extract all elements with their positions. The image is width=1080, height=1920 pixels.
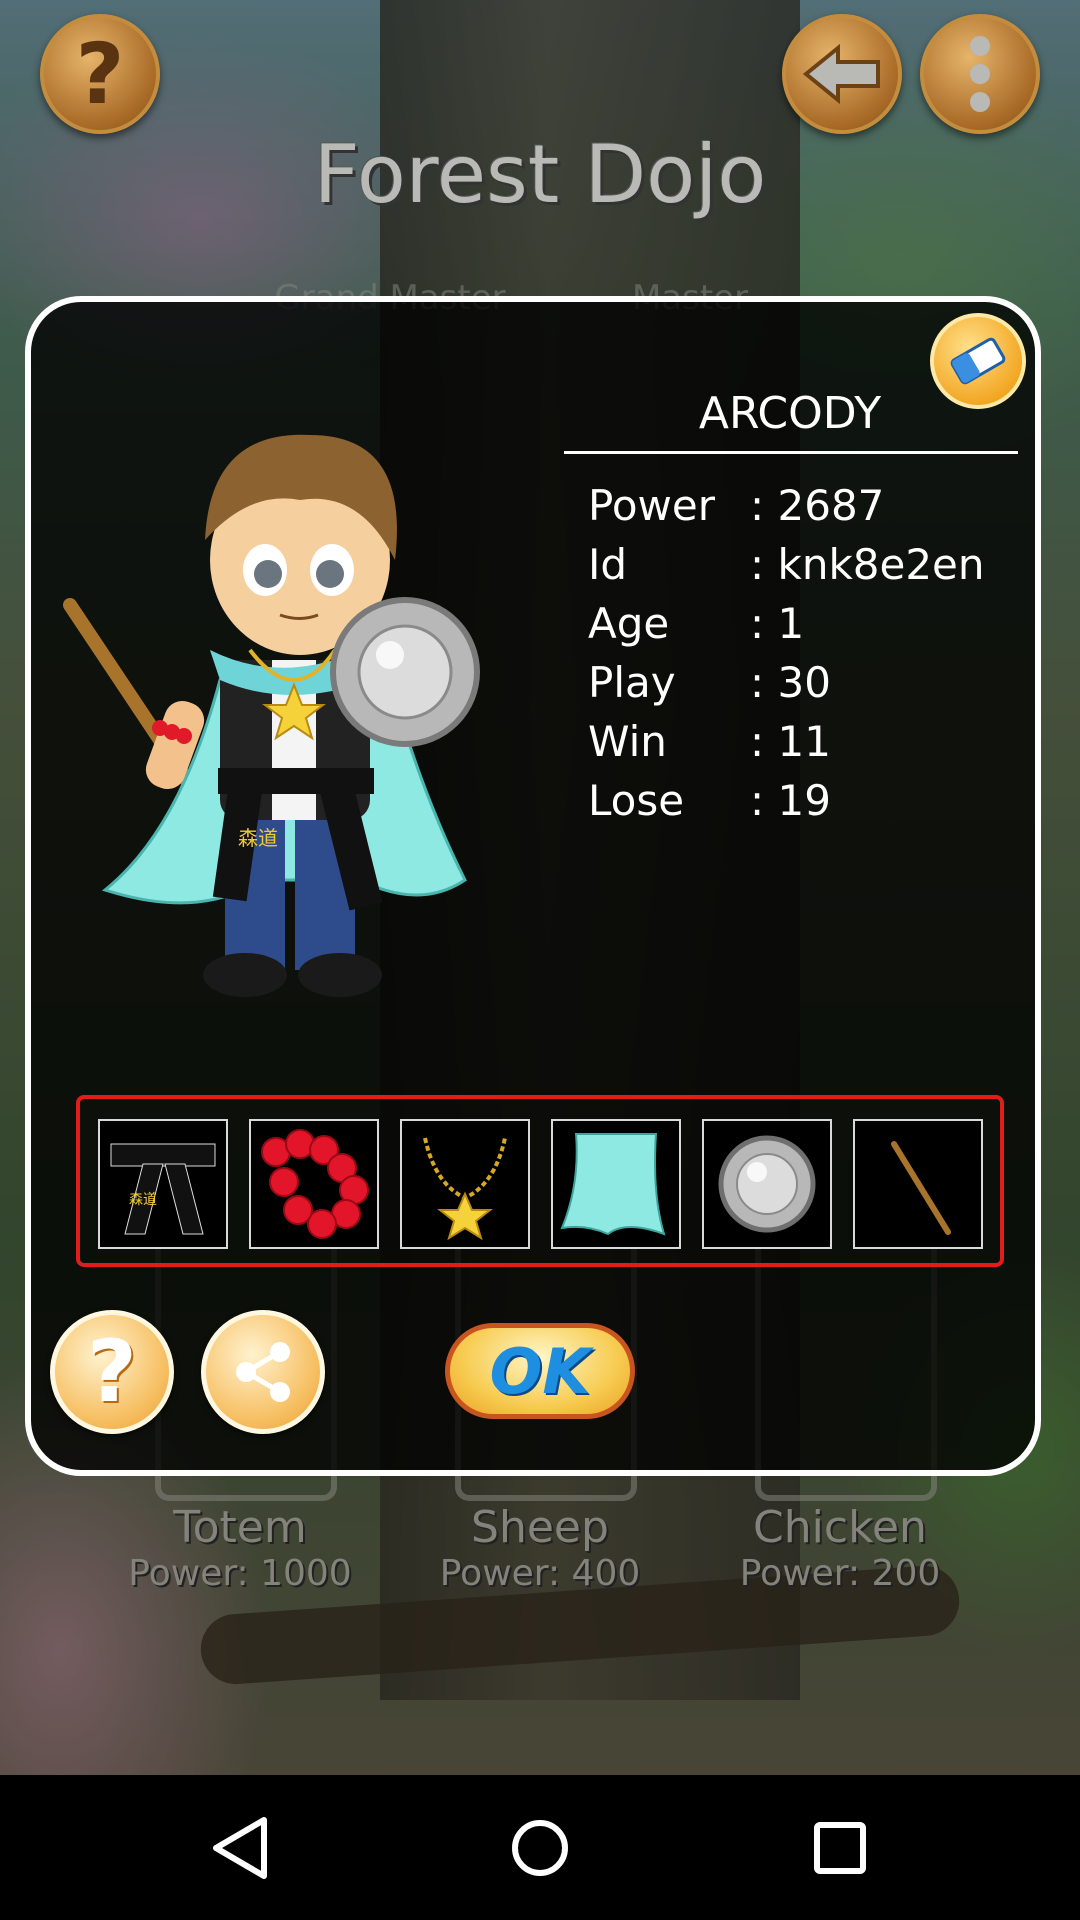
stat-row-power: Power : 2687 [588,476,1008,535]
name-divider [564,451,1018,454]
stat-key: Win [588,717,667,766]
belt-kanji: 森道 [238,826,278,850]
wooden-staff-icon [891,1141,951,1235]
equip-slot-staff[interactable] [853,1119,983,1249]
red-bead-bracelet-icon [261,1129,369,1239]
circle-home-icon [512,1820,568,1876]
help-button-top[interactable]: ? [40,14,160,134]
character-avatar: 森道 [63,434,480,997]
stat-value: : 11 [750,717,831,766]
stat-row-lose: Lose : 19 [588,771,1008,830]
question-icon: ? [75,25,125,123]
stat-row-age: Age : 1 [588,594,1008,653]
cyan-cape-icon [560,1133,666,1236]
silver-shield-icon [718,1135,816,1233]
stat-key: Age [588,599,670,648]
help-button[interactable]: ? [50,1310,174,1434]
stat-value: : 19 [750,776,831,825]
share-icon [236,1342,290,1402]
stat-value: : 1 [750,599,805,648]
back-arrow-icon [802,44,880,104]
equip-slot-bracelet[interactable] [249,1119,379,1249]
stat-row-id: Id : knk8e2en [588,535,1008,594]
stat-value: : 30 [750,658,831,707]
stat-row-play: Play : 30 [588,653,1008,712]
nav-recents-button[interactable] [795,1803,885,1893]
share-button[interactable] [201,1310,325,1434]
equip-slot-belt[interactable]: 森道 [98,1119,228,1249]
vertical-dots-icon [970,36,990,112]
nav-back-button[interactable] [195,1803,285,1893]
stat-row-win: Win : 11 [588,712,1008,771]
page-title: Forest Dojo [313,128,767,221]
navigation-bar [0,1775,1080,1920]
belt-kanji-small: 森道 [129,1192,157,1208]
black-belt-icon: 森道 [110,1143,216,1235]
question-icon: ? [87,1322,137,1422]
character-name: ARCODY [698,388,882,439]
stat-key: Id [588,540,628,589]
eraser-icon [950,337,1006,385]
ok-button[interactable]: OK [445,1323,635,1419]
triangle-back-icon [213,1817,267,1879]
stats-list: Power : 2687 Id : knk8e2en Age : 1 Play … [588,476,1008,830]
stat-value: : 2687 [750,481,885,530]
nav-home-button[interactable] [495,1803,585,1893]
equipment-panel: 森道 [76,1095,1004,1267]
equip-slot-necklace[interactable] [400,1119,530,1249]
stat-key: Play [588,658,676,707]
square-recents-icon [814,1822,866,1874]
menu-button[interactable] [920,14,1040,134]
stat-value: : knk8e2en [750,540,985,589]
stat-key: Lose [588,776,685,825]
stat-key: Power [588,481,715,530]
back-button[interactable] [782,14,902,134]
equip-slot-shield[interactable] [702,1119,832,1249]
star-necklace-icon [423,1137,507,1241]
equip-slot-cape[interactable] [551,1119,681,1249]
